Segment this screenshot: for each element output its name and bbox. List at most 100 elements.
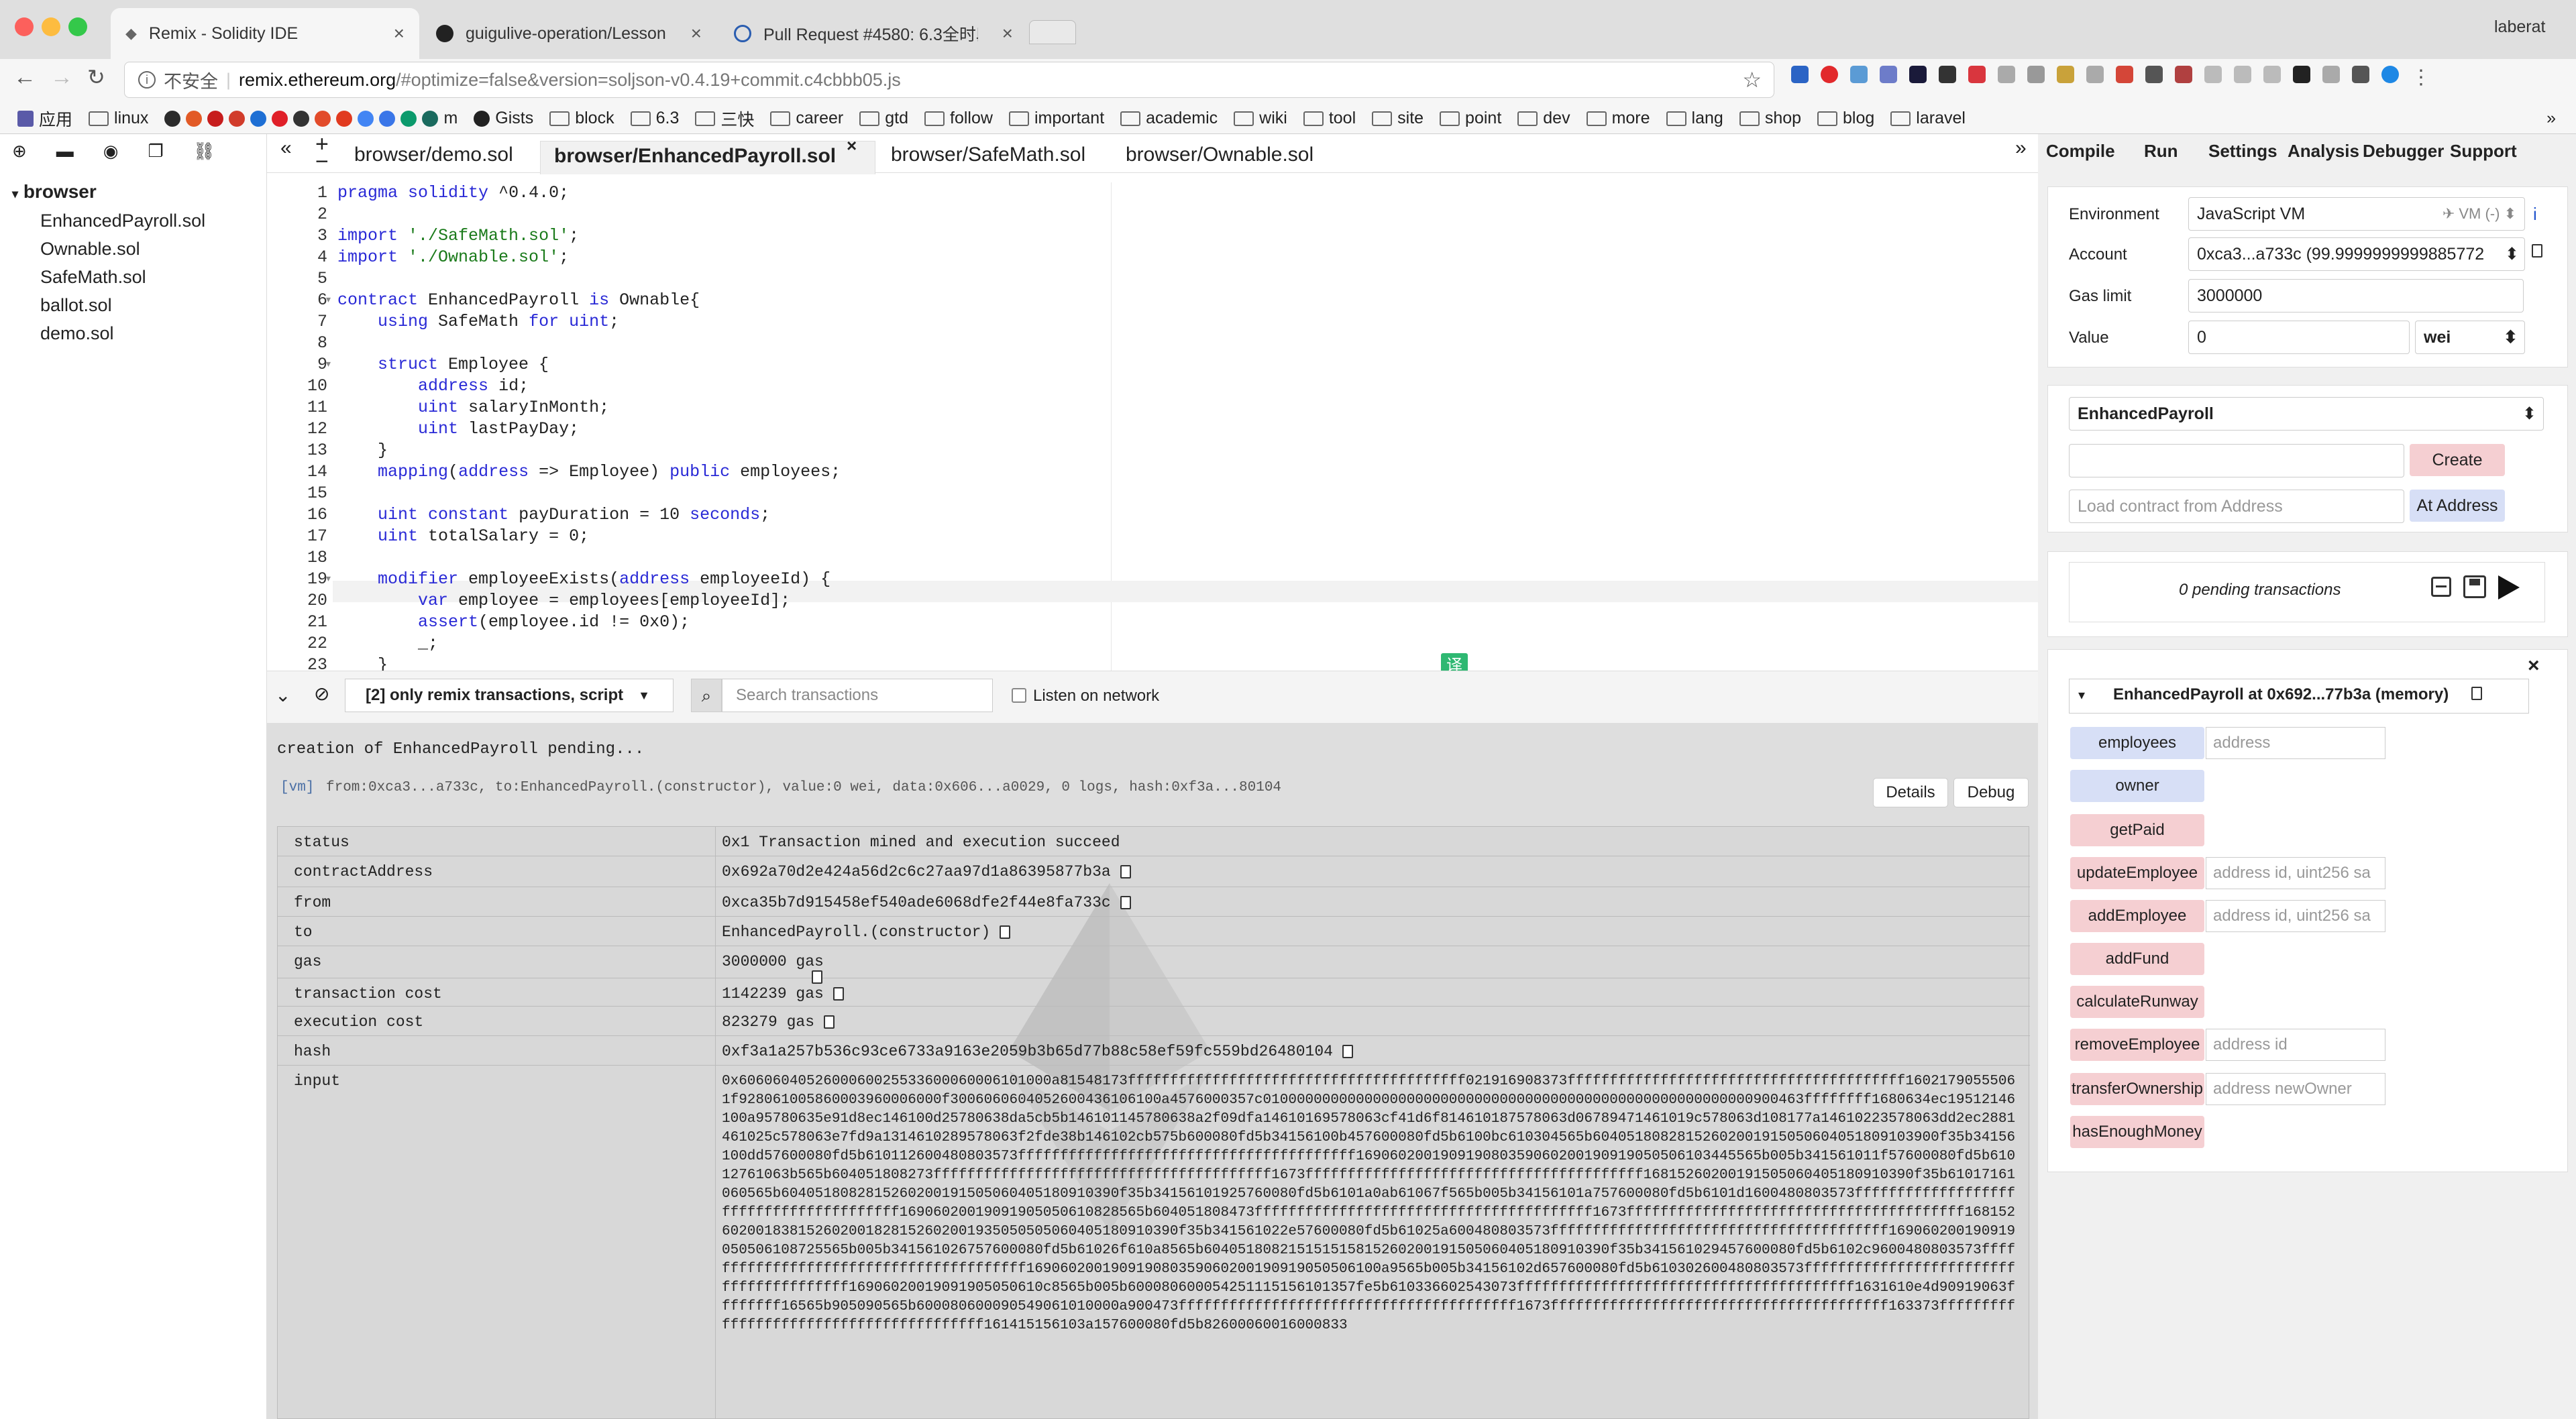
- minimize-terminal-icon[interactable]: ⌄: [275, 684, 290, 706]
- extension-icon[interactable]: [1998, 66, 2015, 83]
- function-removeEmployee[interactable]: removeEmployee: [2070, 1029, 2204, 1061]
- bookmark-3[interactable]: Gists: [474, 109, 533, 128]
- extension-icon[interactable]: [1968, 66, 1986, 83]
- bookmark-8[interactable]: gtd: [859, 109, 908, 128]
- bookmark-12[interactable]: wiki: [1234, 109, 1287, 128]
- copy-icon[interactable]: [1120, 895, 1131, 909]
- extension-icon[interactable]: [2175, 66, 2192, 83]
- github-icon[interactable]: ◉: [103, 141, 119, 162]
- forward-icon[interactable]: →: [50, 64, 73, 91]
- create-button[interactable]: Create: [2410, 444, 2505, 476]
- bookmark-2[interactable]: m: [164, 109, 458, 128]
- close-tab-icon[interactable]: ×: [1002, 23, 1013, 44]
- extension-icon[interactable]: [2086, 66, 2104, 83]
- tab-debugger[interactable]: Debugger: [2363, 141, 2444, 162]
- extension-icon[interactable]: [2381, 66, 2399, 83]
- extension-icon[interactable]: [2322, 66, 2340, 83]
- copy-icon[interactable]: [1000, 925, 1011, 939]
- tab-support[interactable]: Support: [2450, 141, 2517, 162]
- function-calculateRunway[interactable]: calculateRunway: [2070, 986, 2204, 1018]
- info-icon[interactable]: i: [2533, 204, 2537, 225]
- tab-settings[interactable]: Settings: [2208, 141, 2277, 162]
- function-args-addEmployee[interactable]: address id, uint256 sa: [2206, 900, 2385, 932]
- browser-tab-pull-request[interactable]: Pull Request #4580: 6.3全时段 ×: [719, 8, 1028, 59]
- extension-icon[interactable]: [1821, 66, 1838, 83]
- constructor-args-input[interactable]: [2069, 444, 2404, 477]
- tab-enhanced-payroll[interactable]: browser/EnhancedPayroll.sol: [554, 145, 836, 168]
- function-args-transferOwnership[interactable]: address newOwner: [2206, 1073, 2385, 1105]
- bookmark-9[interactable]: follow: [924, 109, 993, 128]
- save-icon[interactable]: [2463, 575, 2486, 598]
- environment-select[interactable]: JavaScript VM ✈ VM (-) ⬍: [2188, 197, 2525, 231]
- function-addFund[interactable]: addFund: [2070, 943, 2204, 975]
- code-editor[interactable]: pragma solidity ^0.4.0; import './SafeMat…: [337, 182, 2035, 671]
- menu-icon[interactable]: ⋮: [2411, 66, 2431, 89]
- bookmark-18[interactable]: lang: [1666, 109, 1723, 128]
- bookmark-16[interactable]: dev: [1517, 109, 1570, 128]
- copy-icon[interactable]: [1342, 1044, 1353, 1058]
- bookmark-20[interactable]: blog: [1817, 109, 1874, 128]
- transaction-filter-dropdown[interactable]: [2] only remix transactions, script ▼: [345, 679, 674, 712]
- value-unit-select[interactable]: wei ⬍: [2415, 321, 2525, 354]
- profile-name[interactable]: laberat: [2494, 17, 2545, 37]
- load-contract-address-input[interactable]: Load contract from Address: [2069, 490, 2404, 523]
- tab-run[interactable]: Run: [2144, 141, 2178, 162]
- more-bookmarks-icon[interactable]: »: [2546, 109, 2556, 128]
- file-item-4[interactable]: demo.sol: [40, 323, 114, 344]
- qr-code-icon[interactable]: [2352, 66, 2369, 83]
- file-item-3[interactable]: ballot.sol: [40, 295, 112, 316]
- function-args-updateEmployee[interactable]: address id, uint256 sa: [2206, 857, 2385, 889]
- extension-icon[interactable]: [1909, 66, 1927, 83]
- bookmark-19[interactable]: shop: [1739, 109, 1801, 128]
- minimize-window-icon[interactable]: [42, 17, 60, 36]
- close-tab-icon[interactable]: ×: [691, 23, 702, 44]
- clear-instances-icon[interactable]: [2431, 577, 2451, 597]
- gas-limit-input[interactable]: 3000000: [2188, 279, 2524, 313]
- copy-account-icon[interactable]: [2532, 244, 2542, 258]
- extension-icon[interactable]: [2293, 66, 2310, 83]
- details-button[interactable]: Details: [1873, 778, 1948, 807]
- function-employees[interactable]: employees: [2070, 727, 2204, 759]
- listen-network-checkbox[interactable]: [1012, 688, 1026, 703]
- extension-icon[interactable]: [2263, 66, 2281, 83]
- value-input[interactable]: 0: [2188, 321, 2410, 354]
- search-transactions-input[interactable]: Search transactions: [722, 679, 993, 712]
- bookmark-13[interactable]: tool: [1303, 109, 1356, 128]
- extension-icon[interactable]: [1791, 66, 1809, 83]
- extension-icon[interactable]: [2204, 66, 2222, 83]
- extension-icon[interactable]: [2057, 66, 2074, 83]
- copy-icon[interactable]: [824, 1015, 835, 1029]
- bookmark-21[interactable]: laravel: [1890, 109, 1966, 128]
- copy-icon[interactable]: [1120, 864, 1131, 878]
- fold-icon[interactable]: ▾: [326, 294, 331, 305]
- collapse-right-icon[interactable]: »: [2015, 137, 2027, 160]
- tab-ownable[interactable]: browser/Ownable.sol: [1126, 144, 1313, 166]
- collapse-left-icon[interactable]: «: [280, 137, 292, 160]
- bookmark-0[interactable]: 应用: [17, 107, 72, 131]
- maximize-window-icon[interactable]: [68, 17, 87, 36]
- copy-files-icon[interactable]: ❐: [148, 141, 163, 162]
- gmail-icon[interactable]: [2116, 66, 2133, 83]
- file-item-2[interactable]: SafeMath.sol: [40, 267, 146, 288]
- extension-icon[interactable]: [2234, 66, 2251, 83]
- new-file-icon[interactable]: ⊕: [12, 141, 27, 162]
- tab-analysis[interactable]: Analysis: [2288, 141, 2359, 162]
- browser-tab-github[interactable]: guigulive-operation/Lesson3/a ×: [421, 8, 716, 59]
- at-address-button[interactable]: At Address: [2410, 490, 2505, 522]
- contract-select[interactable]: EnhancedPayroll ⬍: [2069, 397, 2544, 431]
- omnibox[interactable]: i 不安全 | remix.ethereum.org/#optimize=fal…: [124, 62, 1774, 98]
- bookmark-star-icon[interactable]: ☆: [1742, 67, 1762, 93]
- file-item-1[interactable]: Ownable.sol: [40, 239, 140, 260]
- copy-address-icon[interactable]: [2471, 687, 2482, 700]
- fold-icon[interactable]: ▾: [326, 573, 331, 584]
- bookmark-10[interactable]: important: [1008, 109, 1104, 128]
- tab-demo[interactable]: browser/demo.sol: [354, 144, 513, 166]
- close-window-icon[interactable]: [15, 17, 34, 36]
- function-owner[interactable]: owner: [2070, 770, 2204, 802]
- file-item-0[interactable]: EnhancedPayroll.sol: [40, 211, 205, 231]
- new-tab-button[interactable]: [1029, 20, 1076, 44]
- extension-icon[interactable]: [2145, 66, 2163, 83]
- caret-down-icon[interactable]: ▾: [2078, 687, 2085, 703]
- bookmark-7[interactable]: career: [770, 109, 843, 128]
- bookmark-11[interactable]: academic: [1120, 109, 1218, 128]
